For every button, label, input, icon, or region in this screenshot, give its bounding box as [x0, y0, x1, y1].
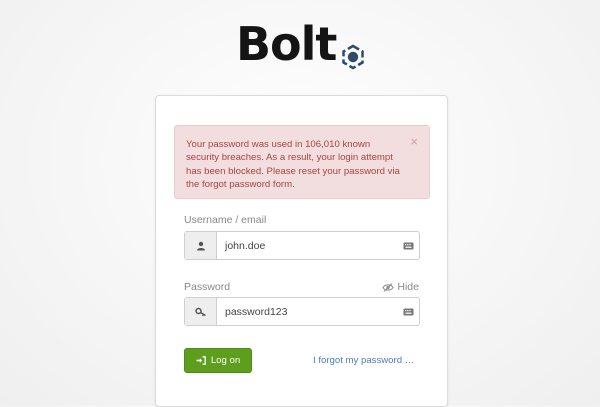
eye-slash-icon [382, 282, 394, 292]
hide-label: Hide [397, 281, 419, 293]
password-input[interactable] [217, 298, 401, 325]
password-field [184, 297, 420, 326]
username-label: Username / email [184, 214, 267, 226]
error-alert: Your password was used in 106,010 known … [174, 125, 430, 199]
password-label: Password [184, 281, 231, 293]
log-on-label: Log on [210, 355, 241, 366]
username-input[interactable] [217, 232, 401, 259]
keyboard-icon[interactable] [401, 232, 415, 259]
close-icon[interactable]: × [410, 135, 418, 148]
hide-password-toggle[interactable]: Hide [382, 281, 419, 293]
login-card: Your password was used in 106,010 known … [155, 95, 448, 407]
keyboard-icon[interactable] [401, 298, 415, 325]
forgot-password-link[interactable]: I forgot my password … [313, 355, 414, 366]
logo-text: Bolt [236, 17, 337, 71]
bolt-logo-mark-icon [342, 44, 364, 70]
username-field [184, 231, 420, 260]
alert-message: Your password was used in 106,010 known … [186, 139, 400, 191]
sign-in-icon [196, 356, 206, 365]
user-icon [185, 232, 217, 259]
log-on-button[interactable]: Log on [184, 348, 252, 373]
key-icon [185, 298, 217, 325]
bolt-logo: Bolt [236, 18, 366, 70]
